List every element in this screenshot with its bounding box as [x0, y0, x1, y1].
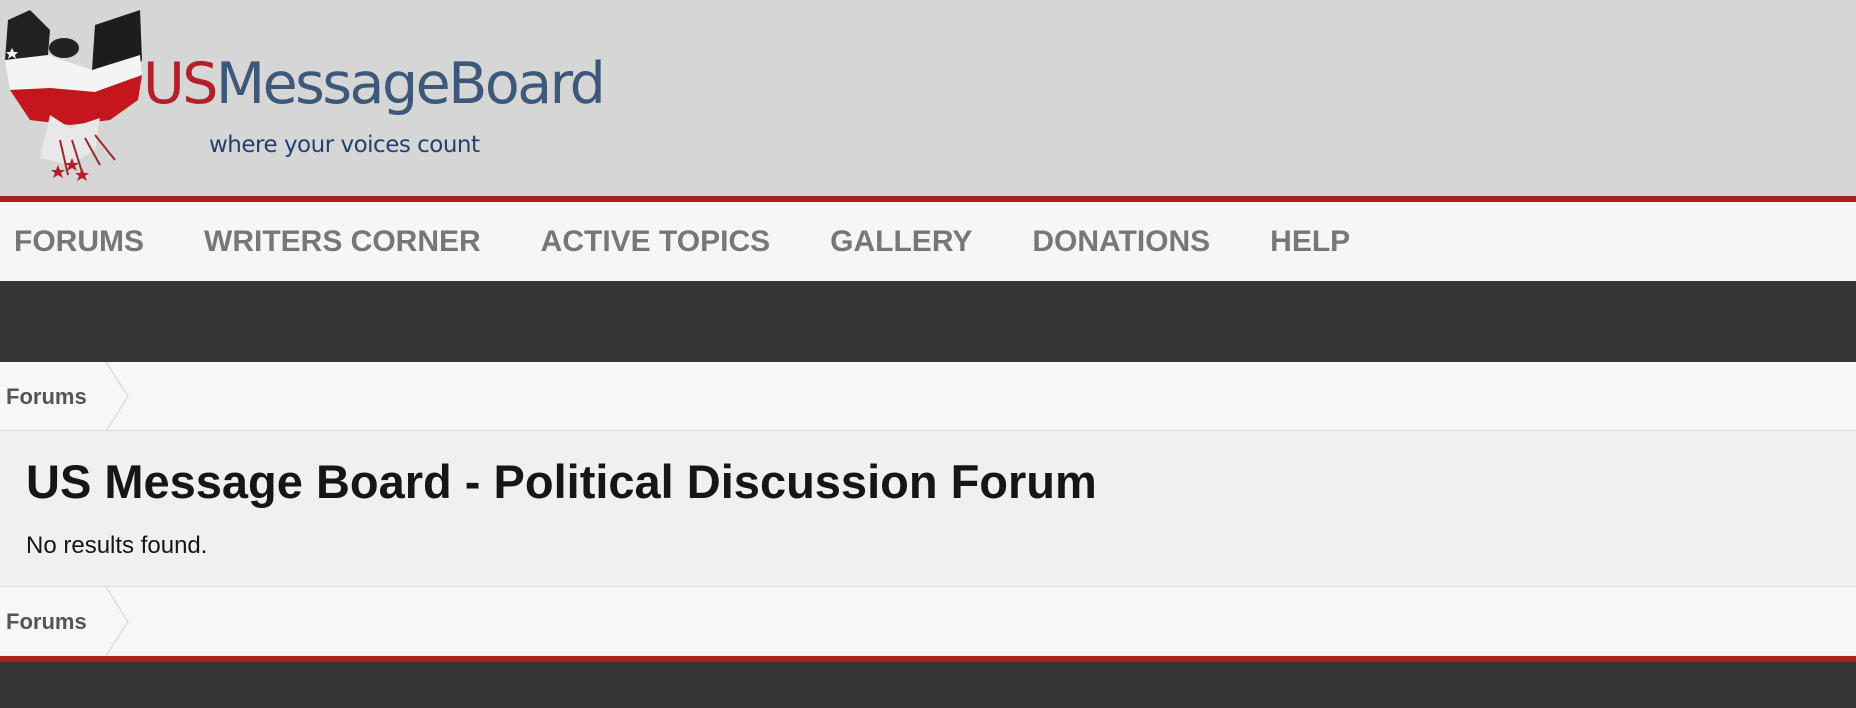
site-header: USMessageBoard where your voices count — [0, 0, 1856, 196]
nav-item-gallery[interactable]: GALLERY — [816, 225, 972, 259]
site-logo[interactable]: USMessageBoard where your voices count — [0, 0, 606, 190]
brand-us: US — [143, 51, 218, 117]
eagle-flag-icon — [5, 10, 142, 181]
main-nav: FORUMS WRITERS CORNER ACTIVE TOPICS GALL… — [0, 202, 1856, 281]
nav-item-writers-corner[interactable]: WRITERS CORNER — [190, 225, 481, 259]
chevron-right-icon — [105, 587, 129, 656]
no-results-message: No results found. — [26, 532, 208, 559]
site-footer — [0, 662, 1856, 708]
breadcrumb-forums-link[interactable]: Forums — [6, 362, 87, 431]
breadcrumb-bottom: Forums — [0, 586, 1856, 656]
breadcrumb-forums-link[interactable]: Forums — [6, 587, 87, 656]
nav-item-forums[interactable]: FORUMS — [0, 225, 144, 259]
page-title: US Message Board - Political Discussion … — [26, 455, 1097, 508]
brand-wordmark: USMessageBoard — [143, 56, 606, 113]
nav-item-active-topics[interactable]: ACTIVE TOPICS — [527, 225, 770, 259]
nav-item-donations[interactable]: DONATIONS — [1018, 225, 1210, 259]
nav-item-help[interactable]: HELP — [1256, 225, 1350, 259]
sub-nav-bar — [0, 281, 1856, 362]
chevron-right-icon — [105, 362, 129, 431]
brand-tagline: where your voices count — [209, 132, 480, 158]
breadcrumb: Forums — [0, 362, 1856, 431]
brand-message-board: MessageBoard — [215, 51, 606, 117]
page-content: Forums US Message Board - Political Disc… — [0, 362, 1856, 656]
